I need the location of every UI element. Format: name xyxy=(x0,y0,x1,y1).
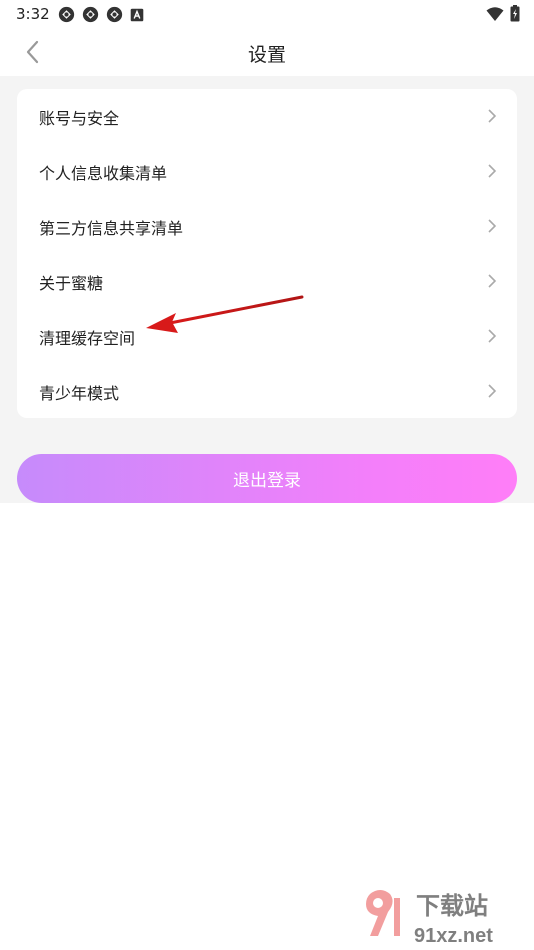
chevron-right-icon xyxy=(488,329,497,343)
menu-item-clear-cache[interactable]: 清理缓存空间 xyxy=(17,309,517,364)
menu-item-label: 清理缓存空间 xyxy=(39,328,136,348)
settings-content: 账号与安全 个人信息收集清单 第三方信息共享清单 关于蜜糖 清理缓存空间 青少年… xyxy=(0,76,534,503)
watermark-text-bottom: 91xz.net xyxy=(414,925,493,947)
menu-item-about[interactable]: 关于蜜糖 xyxy=(17,254,517,309)
status-bar: 3:32 xyxy=(0,0,534,28)
page-title: 设置 xyxy=(247,44,286,66)
status-time: 3:32 xyxy=(16,5,50,23)
chevron-right-icon xyxy=(488,164,497,178)
settings-menu: 账号与安全 个人信息收集清单 第三方信息共享清单 关于蜜糖 清理缓存空间 青少年… xyxy=(17,89,517,418)
menu-item-label: 青少年模式 xyxy=(39,383,120,403)
watermark-logo: 下载站 91xz.net xyxy=(366,890,493,947)
chevron-right-icon xyxy=(488,219,497,233)
menu-item-label: 账号与安全 xyxy=(39,108,120,128)
app-notification-icon xyxy=(58,6,75,23)
wifi-icon xyxy=(486,6,504,21)
menu-item-label: 关于蜜糖 xyxy=(39,273,104,293)
menu-item-teen-mode[interactable]: 青少年模式 xyxy=(17,364,517,419)
header: 设置 xyxy=(0,28,534,76)
app-a-icon xyxy=(130,8,144,21)
menu-item-label: 个人信息收集清单 xyxy=(39,163,168,183)
menu-item-account-security[interactable]: 账号与安全 xyxy=(17,89,517,144)
battery-charging-icon xyxy=(510,5,520,22)
menu-item-third-party-sharing-list[interactable]: 第三方信息共享清单 xyxy=(17,199,517,254)
logout-button[interactable]: 退出登录 xyxy=(17,454,517,503)
chevron-right-icon xyxy=(488,384,497,398)
notification-icons xyxy=(58,6,144,23)
system-icons xyxy=(486,5,520,22)
menu-item-label: 第三方信息共享清单 xyxy=(39,218,184,238)
watermark-text-top: 下载站 xyxy=(416,893,488,920)
app-notification-icon xyxy=(82,6,99,23)
chevron-right-icon xyxy=(488,274,497,288)
app-notification-icon xyxy=(106,6,123,23)
menu-item-personal-info-list[interactable]: 个人信息收集清单 xyxy=(17,144,517,199)
chevron-right-icon xyxy=(488,109,497,123)
